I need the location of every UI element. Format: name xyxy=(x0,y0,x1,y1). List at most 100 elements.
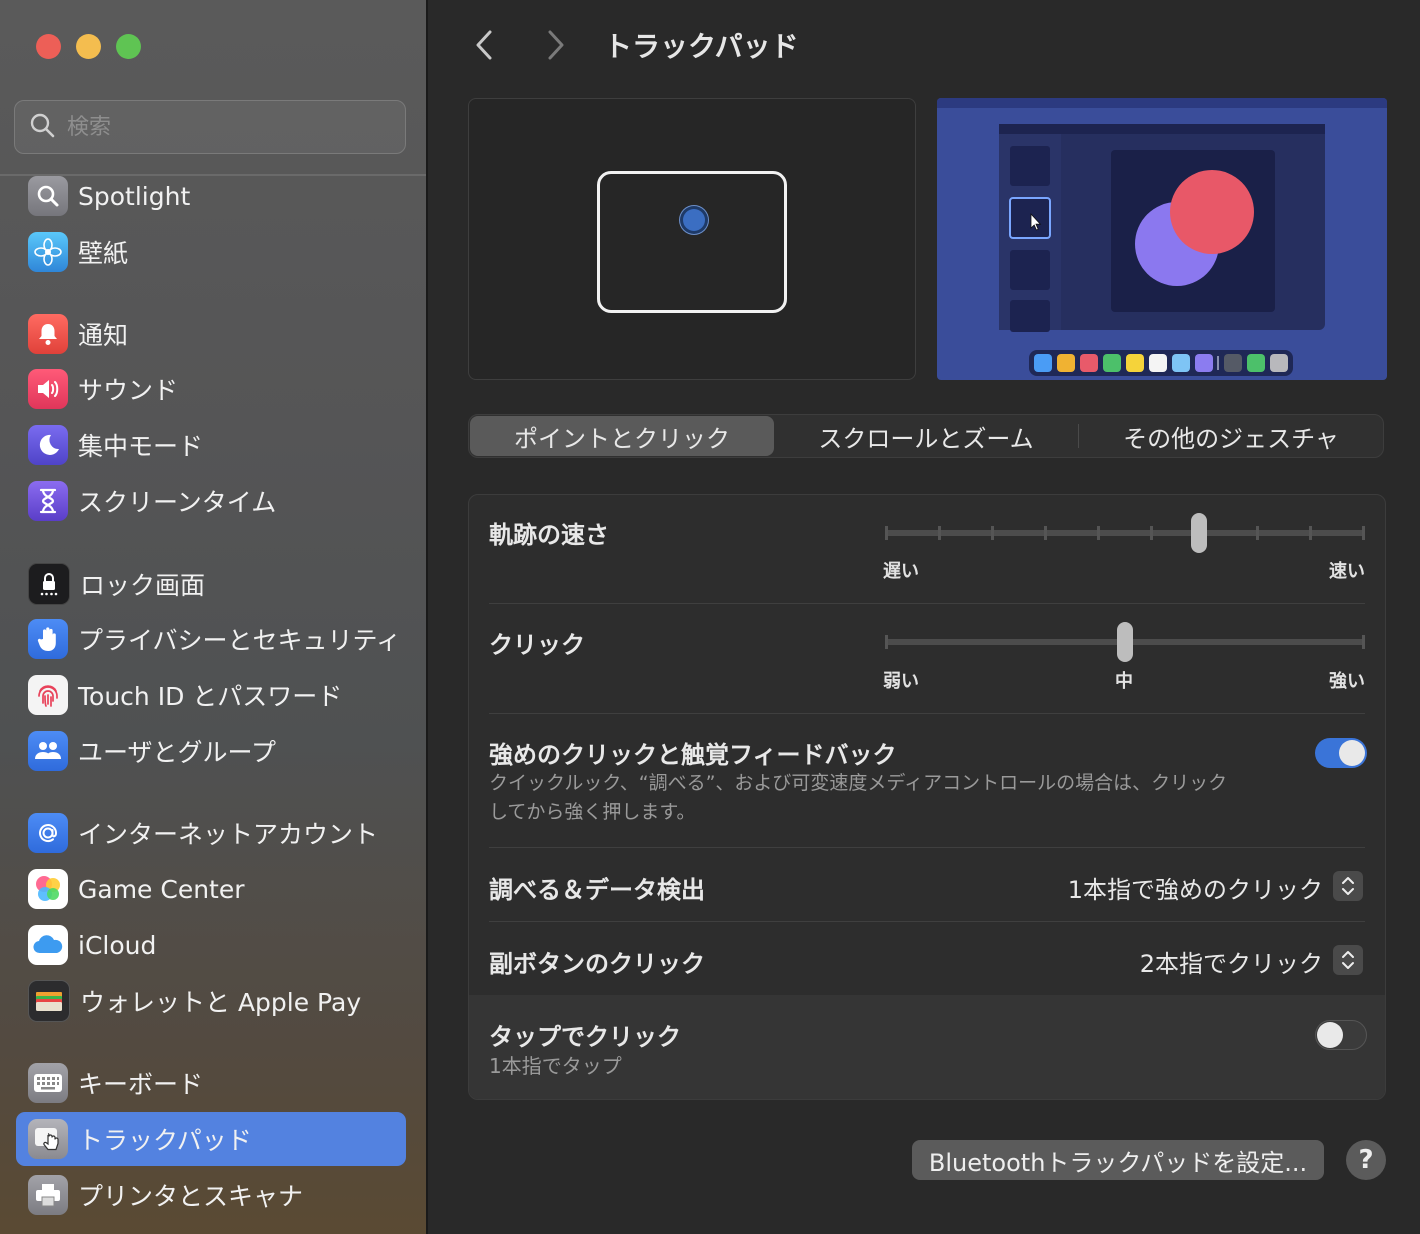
sidebar-item-label: Game Center xyxy=(78,874,245,904)
slider-thumb[interactable] xyxy=(1191,513,1207,553)
sidebar-item-label: サウンド xyxy=(78,376,179,405)
search-input[interactable] xyxy=(65,113,369,141)
force-click-description-line1: クイックルック、“調べる”、および可変速度メディアコントロールの場合は、クリック xyxy=(489,772,1228,794)
sidebar: Spotlight 壁紙 通知 サウンド 集中モード スクリーンタイム xyxy=(0,0,428,1234)
click-medium-label: 中 xyxy=(1115,671,1133,692)
sidebar-item-game-center[interactable]: Game Center xyxy=(16,862,406,916)
sidebar-item-label: Spotlight xyxy=(78,181,191,211)
slider-tick xyxy=(1256,526,1259,540)
sidebar-item-label: プライバシーとセキュリティ xyxy=(78,626,402,655)
sidebar-item-label: 通知 xyxy=(78,321,129,350)
tracking-speed-slider[interactable] xyxy=(885,513,1365,553)
wallpaper-icon xyxy=(28,232,68,272)
tap-to-click-toggle[interactable] xyxy=(1315,1020,1367,1050)
tap-to-click-sublabel: 1本指でタップ xyxy=(489,1054,622,1078)
page-title: トラックパッド xyxy=(604,30,799,63)
cloud-icon xyxy=(28,925,68,965)
slider-tick xyxy=(885,526,888,540)
sidebar-item-label: プリンタとスキャナ xyxy=(78,1182,304,1211)
fingerprint-icon xyxy=(28,675,68,715)
setup-bluetooth-trackpad-button[interactable]: Bluetoothトラックパッドを設定... xyxy=(912,1140,1324,1180)
main-pane: トラックパッド ポイントとクリック スクロールとズーム その他のジェスチャ 軌跡… xyxy=(428,0,1420,1234)
sidebar-item-trackpad[interactable]: トラックパッド xyxy=(16,1112,406,1166)
bell-icon xyxy=(28,314,68,354)
row-divider xyxy=(489,847,1365,848)
help-button[interactable]: ? xyxy=(1346,1140,1386,1180)
slider-tick xyxy=(1309,526,1312,540)
sidebar-item-wallet[interactable]: ウォレットと Apple Pay xyxy=(16,974,406,1028)
secondary-click-label: 副ボタンのクリック xyxy=(489,950,705,978)
hourglass-icon xyxy=(28,481,68,521)
chevron-updown-icon xyxy=(1342,951,1354,969)
keyboard-icon xyxy=(28,1063,68,1103)
slider-tick xyxy=(1097,526,1100,540)
tab-more-gestures[interactable]: その他のジェスチャ xyxy=(1079,416,1383,456)
slider-thumb[interactable] xyxy=(1117,622,1133,662)
sidebar-item-users-groups[interactable]: ユーザとグループ xyxy=(16,724,406,778)
tab-point-and-click[interactable]: ポイントとクリック xyxy=(470,416,774,456)
lookup-label: 調べる＆データ検出 xyxy=(489,876,705,904)
sidebar-item-privacy-security[interactable]: プライバシーとセキュリティ xyxy=(16,612,406,666)
slider-tick xyxy=(885,635,888,649)
trackpad-illustration xyxy=(597,171,787,313)
sidebar-item-touch-id[interactable]: Touch ID とパスワード xyxy=(16,668,406,722)
back-button[interactable] xyxy=(470,28,500,62)
sidebar-item-label: ウォレットと Apple Pay xyxy=(80,988,362,1017)
slider-tick xyxy=(1150,526,1153,540)
toggle-knob xyxy=(1339,740,1365,766)
at-icon xyxy=(28,813,68,853)
sidebar-item-label: iCloud xyxy=(78,930,157,960)
search-field[interactable] xyxy=(14,100,406,154)
sidebar-item-lock-screen[interactable]: ロック画面 xyxy=(16,557,406,611)
forward-button[interactable] xyxy=(540,28,570,62)
click-label: クリック xyxy=(489,631,585,659)
sidebar-item-icloud[interactable]: iCloud xyxy=(16,918,406,972)
chevron-updown-icon xyxy=(1342,877,1354,895)
desktop-illustration xyxy=(937,98,1387,376)
secondary-click-popup-value[interactable]: 2本指でクリック xyxy=(1140,944,1323,979)
slider-tick xyxy=(1044,526,1047,540)
minimize-window-button[interactable] xyxy=(76,34,101,59)
click-light-label: 弱い xyxy=(883,671,919,692)
game-center-icon xyxy=(28,869,68,909)
sidebar-item-keyboard[interactable]: キーボード xyxy=(16,1056,406,1110)
click-pressure-slider[interactable] xyxy=(885,622,1365,662)
sidebar-item-label: インターネットアカウント xyxy=(78,820,379,849)
wallet-icon xyxy=(28,980,70,1022)
force-click-description-line2: してから強く押します。 xyxy=(489,801,696,823)
tab-scroll-and-zoom[interactable]: スクロールとズーム xyxy=(774,416,1078,456)
close-window-button[interactable] xyxy=(36,34,61,59)
sidebar-item-label: スクリーンタイム xyxy=(78,488,277,517)
slider-tick xyxy=(1362,635,1365,649)
sidebar-item-label: 集中モード xyxy=(78,432,204,461)
lookup-popup-value[interactable]: 1本指で強めのクリック xyxy=(1068,870,1323,905)
lock-icon xyxy=(28,563,70,605)
sidebar-item-printers-scanners[interactable]: プリンタとスキャナ xyxy=(16,1168,406,1222)
tab-bar: ポイントとクリック スクロールとズーム その他のジェスチャ xyxy=(468,414,1384,458)
settings-panel: 軌跡の速さ 遅い 速い クリック 弱い 中 強い 強めのクリックと触覚フィードバ… xyxy=(468,494,1386,1100)
speaker-icon xyxy=(28,369,68,409)
sidebar-item-label: キーボード xyxy=(78,1070,204,1099)
sidebar-item-internet-accounts[interactable]: インターネットアカウント xyxy=(16,806,406,860)
sidebar-item-spotlight[interactable]: Spotlight xyxy=(16,169,406,223)
sidebar-item-label: ロック画面 xyxy=(80,571,206,600)
secondary-click-popup-button[interactable] xyxy=(1333,945,1363,975)
force-click-label: 強めのクリックと触覚フィードバック xyxy=(489,741,897,769)
sidebar-item-label: ユーザとグループ xyxy=(78,738,277,767)
slider-tick xyxy=(991,526,994,540)
finger-point-indicator xyxy=(683,209,705,231)
force-click-toggle[interactable] xyxy=(1315,738,1367,768)
trackpad-icon xyxy=(28,1119,68,1159)
sidebar-item-sound[interactable]: サウンド xyxy=(16,362,406,416)
click-firm-label: 強い xyxy=(1329,671,1365,692)
zoom-window-button[interactable] xyxy=(116,34,141,59)
sidebar-item-wallpaper[interactable]: 壁紙 xyxy=(16,225,406,279)
sidebar-item-focus[interactable]: 集中モード xyxy=(16,418,406,472)
sidebar-item-notifications[interactable]: 通知 xyxy=(16,307,406,361)
row-divider xyxy=(489,921,1365,922)
tap-to-click-label: タップでクリック xyxy=(489,1023,681,1051)
lookup-popup-button[interactable] xyxy=(1333,871,1363,901)
search-icon xyxy=(29,112,55,142)
sidebar-item-screen-time[interactable]: スクリーンタイム xyxy=(16,474,406,528)
sidebar-item-label: トラックパッド xyxy=(78,1126,252,1155)
